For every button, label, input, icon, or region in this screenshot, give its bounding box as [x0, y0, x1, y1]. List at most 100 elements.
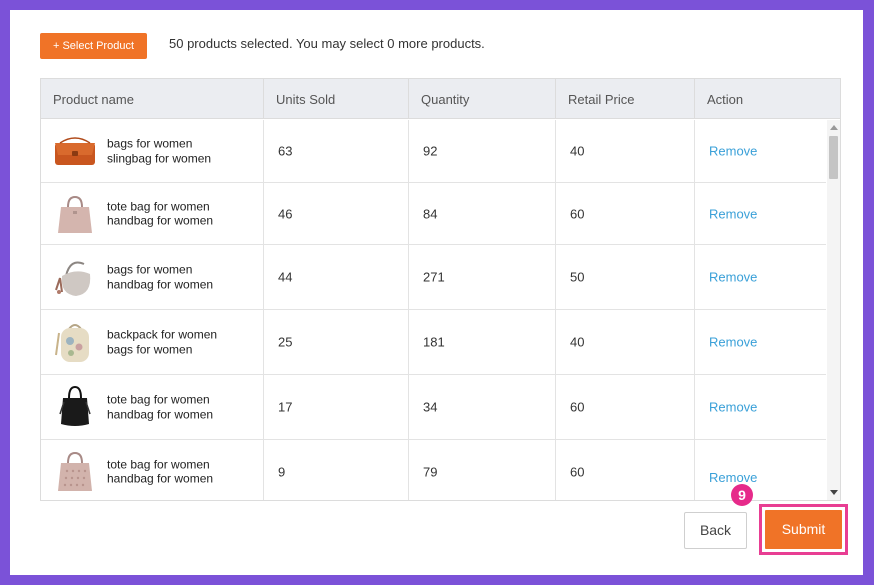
remove-link[interactable]: Remove — [709, 270, 757, 285]
column-header-units-sold: Units Sold — [264, 79, 409, 119]
retail-price-value: 60 — [570, 399, 585, 415]
units-sold-value: 25 — [278, 334, 293, 350]
product-name-line: tote bag for women — [107, 457, 210, 471]
retail-price-value: 60 — [570, 206, 585, 221]
product-name: tote bag for women handbag for women — [107, 199, 257, 228]
grey-hobo-bag-icon — [55, 261, 91, 296]
quantity-value: 92 — [423, 143, 438, 159]
retail-price-cell: 40 — [556, 310, 695, 374]
column-header-retail-price: Retail Price — [556, 79, 695, 119]
remove-link[interactable]: Remove — [709, 144, 757, 159]
quantity-value: 79 — [423, 464, 438, 479]
select-product-button[interactable]: + Select Product — [40, 33, 147, 59]
quantity-value: 181 — [423, 334, 445, 350]
action-cell: Remove — [695, 183, 826, 244]
product-name-line: handbag for women — [107, 471, 214, 486]
product-cell: bags for women handbag for women — [41, 245, 264, 309]
step-number-badge: 9 — [731, 484, 753, 506]
retail-price-value: 40 — [570, 334, 585, 350]
product-name-line: handbag for women — [107, 213, 214, 228]
product-name-line: slingbag for women — [107, 151, 212, 165]
retail-price-cell: 60 — [556, 183, 695, 244]
quantity-cell: 79 — [409, 440, 556, 500]
units-sold-value: 17 — [278, 399, 293, 415]
units-sold-value: 46 — [278, 206, 293, 221]
retail-price-cell: 60 — [556, 375, 695, 439]
product-name: backpack for women bags for women — [107, 328, 257, 357]
table-scrollbar[interactable] — [827, 120, 840, 500]
remove-link[interactable]: Remove — [709, 400, 757, 415]
column-header-product-name: Product name — [41, 79, 264, 119]
table-row: tote bag for women handbag for women 9 7… — [41, 440, 826, 500]
quantity-cell: 181 — [409, 310, 556, 374]
table-body: bags for women slingbag for women 63 92 … — [41, 120, 826, 500]
units-sold-cell: 63 — [264, 120, 409, 182]
action-cell: Remove — [695, 310, 826, 374]
pink-tote-bag-icon — [58, 195, 92, 233]
product-cell: tote bag for women handbag for women — [41, 183, 264, 244]
product-selection-panel: + Select Product 50 products selected. Y… — [10, 10, 863, 575]
remove-link[interactable]: Remove — [709, 335, 757, 350]
product-cell: bags for women slingbag for women — [41, 120, 264, 182]
product-name-line: handbag for women — [107, 407, 214, 421]
quantity-cell: 84 — [409, 183, 556, 244]
units-sold-cell: 44 — [264, 245, 409, 309]
units-sold-value: 63 — [278, 143, 293, 159]
submit-button[interactable]: Submit — [765, 510, 842, 549]
table-row: bags for women handbag for women 44 271 … — [41, 245, 826, 310]
action-cell: Remove — [695, 440, 826, 500]
quantity-value: 271 — [423, 269, 445, 285]
quantity-cell: 92 — [409, 120, 556, 182]
column-header-quantity: Quantity — [409, 79, 556, 119]
units-sold-value: 9 — [278, 464, 286, 479]
product-name-line: tote bag for women — [107, 392, 210, 407]
quantity-value: 84 — [423, 206, 438, 221]
product-cell: tote bag for women handbag for women — [41, 440, 264, 500]
column-header-action: Action — [707, 92, 744, 107]
quantity-value: 34 — [423, 399, 438, 415]
orange-slingbag-icon — [55, 137, 95, 165]
scroll-down-arrow-icon[interactable] — [830, 490, 838, 495]
retail-price-value: 40 — [570, 143, 585, 159]
retail-price-cell: 60 — [556, 440, 695, 500]
quantity-cell: 34 — [409, 375, 556, 439]
pink-perforated-tote-icon — [58, 451, 92, 491]
scroll-up-arrow-icon[interactable] — [830, 125, 838, 130]
product-cell: tote bag for women handbag for women — [41, 375, 264, 439]
floral-backpack-icon — [55, 324, 89, 362]
scrollbar-thumb[interactable] — [829, 136, 838, 179]
table-row: backpack for women bags for women 25 181… — [41, 310, 826, 375]
product-name-line: tote bag for women — [107, 199, 210, 213]
table-row: bags for women slingbag for women 63 92 … — [41, 120, 826, 183]
units-sold-cell: 25 — [264, 310, 409, 374]
units-sold-value: 44 — [278, 269, 293, 285]
units-sold-cell: 46 — [264, 183, 409, 244]
product-name-line: handbag for women — [107, 277, 214, 291]
action-cell: Remove — [695, 375, 826, 439]
product-name-line: bags for women — [107, 136, 193, 151]
units-sold-cell: 9 — [264, 440, 409, 500]
product-name: tote bag for women handbag for women — [107, 393, 257, 422]
table-header: Product name Units Sold Quantity Retail … — [41, 79, 840, 119]
product-cell: backpack for women bags for women — [41, 310, 264, 374]
product-name-line: backpack for women — [107, 327, 218, 342]
quantity-cell: 271 — [409, 245, 556, 309]
back-button[interactable]: Back — [684, 512, 747, 549]
product-name-line: bags for women — [107, 262, 193, 277]
remove-link[interactable]: Remove — [709, 206, 757, 221]
units-sold-cell: 17 — [264, 375, 409, 439]
product-name: bags for women slingbag for women — [107, 137, 257, 166]
selection-status-text: 50 products selected. You may select 0 m… — [169, 36, 485, 51]
retail-price-value: 60 — [570, 464, 585, 479]
table-row: tote bag for women handbag for women 17 … — [41, 375, 826, 440]
submit-highlight-frame: Submit — [759, 504, 848, 555]
action-cell: Remove — [695, 120, 826, 182]
remove-link[interactable]: Remove — [709, 470, 757, 485]
product-name: bags for women handbag for women — [107, 263, 257, 292]
action-cell: Remove — [695, 245, 826, 309]
retail-price-value: 50 — [570, 269, 585, 285]
table-row: tote bag for women handbag for women 46 … — [41, 183, 826, 245]
black-bucket-bag-icon — [59, 385, 91, 426]
retail-price-cell: 40 — [556, 120, 695, 182]
products-table: Product name Units Sold Quantity Retail … — [40, 78, 841, 501]
